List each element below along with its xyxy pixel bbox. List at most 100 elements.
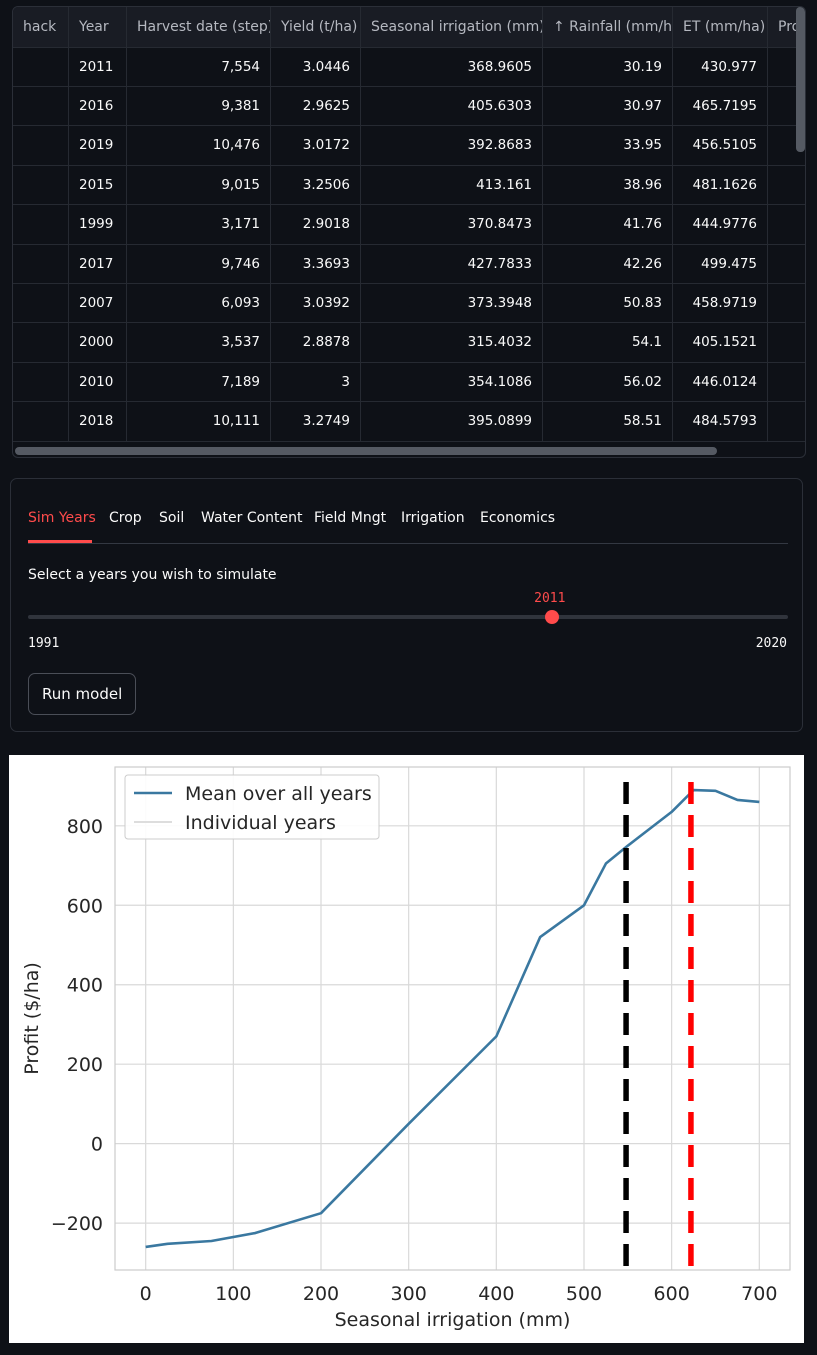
table-cell: 430.977: [673, 47, 768, 86]
table-cell: 38.96: [543, 165, 673, 205]
table-row[interactable]: 2015 9,015 3.2506 413.161 38.96 481.1626: [13, 165, 805, 206]
tab-economics[interactable]: Economics: [480, 510, 555, 526]
table-cell: 2.9625: [271, 86, 361, 126]
table-cell: 50.83: [543, 283, 673, 323]
table-cell: 9,381: [127, 86, 271, 126]
table-cell: [13, 362, 69, 402]
column-header[interactable]: ET (mm/ha): [673, 7, 768, 47]
horizontal-scrollbar[interactable]: [15, 447, 717, 455]
table-row[interactable]: 1999 3,171 2.9018 370.8473 41.76 444.9776: [13, 204, 805, 245]
column-header-sorted[interactable]: ↑ Rainfall (mm/ha): [543, 7, 673, 47]
x-tick-label: 100: [215, 1283, 251, 1305]
table-cell: 30.97: [543, 86, 673, 126]
x-tick-label: 400: [478, 1283, 514, 1305]
table-cell: 3.2749: [271, 401, 361, 441]
slider-label: Select a years you wish to simulate: [28, 567, 277, 583]
table-cell: 2016: [69, 86, 127, 126]
x-tick-label: 300: [391, 1283, 427, 1305]
profit-chart-svg: 0 100 200 300 400 500 600 700 −200 0 200 400 600 800 S…: [21, 766, 791, 1331]
table-cell: 465.7195: [673, 86, 768, 126]
table-cell: 7,554: [127, 47, 271, 86]
table-row[interactable]: 2018 10,111 3.2749 395.0899 58.51 484.5793: [13, 401, 805, 442]
table-cell: 33.95: [543, 125, 673, 165]
table-cell: 405.6303: [361, 86, 543, 126]
y-tick-label: 400: [67, 975, 103, 997]
table-cell: 3,171: [127, 204, 271, 244]
table-cell: 395.0899: [361, 401, 543, 441]
tab-soil[interactable]: Soil: [159, 510, 184, 526]
table-cell: 56.02: [543, 362, 673, 402]
y-tick-label: 800: [67, 816, 103, 838]
y-tick-label: 200: [67, 1054, 103, 1076]
tab-field-mngt[interactable]: Field Mngt: [314, 510, 386, 526]
table-row[interactable]: 2000 3,537 2.8878 315.4032 54.1 405.1521: [13, 322, 805, 363]
active-tab-indicator: [28, 540, 92, 543]
results-table[interactable]: hack Year Harvest date (step) Yield (t/h…: [12, 6, 806, 458]
column-header[interactable]: hack: [13, 7, 69, 47]
table-cell: 3: [271, 362, 361, 402]
table-cell: [768, 402, 805, 441]
table-cell: [768, 244, 805, 283]
tab-crop[interactable]: Crop: [109, 510, 142, 526]
table-cell: 444.9776: [673, 204, 768, 244]
tab-sim-years[interactable]: Sim Years: [28, 510, 96, 526]
year-slider-track[interactable]: [28, 615, 788, 619]
table-cell: [13, 322, 69, 362]
table-cell: 458.9719: [673, 283, 768, 323]
run-model-button[interactable]: Run model: [28, 673, 137, 715]
table-cell: 484.5793: [673, 401, 768, 441]
column-header[interactable]: Yield (t/ha): [271, 7, 361, 47]
table-cell: 427.7833: [361, 244, 543, 283]
y-tick-label: 0: [91, 1134, 103, 1156]
table-cell: 315.4032: [361, 322, 543, 362]
table-cell: [768, 205, 805, 244]
table-cell: [768, 362, 805, 401]
column-header[interactable]: Year: [69, 7, 127, 47]
table-cell: 413.161: [361, 165, 543, 205]
table-cell: 58.51: [543, 401, 673, 441]
table-cell: 2015: [69, 165, 127, 205]
legend-mean-label: Mean over all years: [185, 783, 372, 805]
table-cell: 446.0124: [673, 362, 768, 402]
table-cell: 2010: [69, 362, 127, 402]
column-header[interactable]: Harvest date (step): [127, 7, 271, 47]
table-row[interactable]: 2017 9,746 3.3693 427.7833 42.26 499.475: [13, 244, 805, 284]
table-cell: [768, 323, 805, 362]
table-cell: 456.5105: [673, 125, 768, 165]
table-row[interactable]: 2011 7,554 3.0446 368.9605 30.19 430.977: [13, 47, 805, 87]
table-cell: 2019: [69, 125, 127, 165]
table-row[interactable]: 2007 6,093 3.0392 373.3948 50.83 458.9719: [13, 283, 805, 324]
table-cell: [13, 47, 69, 86]
tab-irrigation[interactable]: Irrigation: [401, 510, 465, 526]
table-cell: 10,111: [127, 401, 271, 441]
year-slider-thumb[interactable]: [545, 610, 560, 624]
table-cell: 2000: [69, 322, 127, 362]
table-cell: 2.8878: [271, 322, 361, 362]
table-row[interactable]: 2016 9,381 2.9625 405.6303 30.97 465.7195: [13, 86, 805, 127]
tab-water-content[interactable]: Water Content: [201, 510, 303, 526]
table-cell: 54.1: [543, 322, 673, 362]
table-cell: 6,093: [127, 283, 271, 323]
table-row[interactable]: 2019 10,476 3.0172 392.8683 33.95 456.5105: [13, 125, 805, 166]
table-header: hack Year Harvest date (step) Yield (t/h…: [13, 7, 805, 48]
table-row[interactable]: 2010 7,189 3 354.1086 56.02 446.0124: [13, 362, 805, 403]
settings-panel: Sim Years Crop Soil Water Content Field …: [10, 478, 803, 732]
y-tick-label: −200: [51, 1213, 103, 1235]
table-cell: [13, 125, 69, 165]
table-cell: 10,476: [127, 125, 271, 165]
column-header[interactable]: Seasonal irrigation (mm): [361, 7, 543, 47]
table-cell: 499.475: [673, 244, 768, 283]
tab-bar: Sim Years Crop Soil Water Content Field …: [28, 507, 788, 544]
table-cell: 2011: [69, 47, 127, 86]
x-axis-label: Seasonal irrigation (mm): [335, 1309, 571, 1331]
table-cell: 42.26: [543, 244, 673, 283]
table-cell: [13, 244, 69, 283]
y-tick-label: 600: [67, 895, 103, 917]
vertical-scrollbar[interactable]: [796, 7, 805, 152]
y-axis-label: Profit ($/ha): [21, 962, 43, 1075]
slider-max-label: 2020: [755, 636, 787, 651]
table-cell: 405.1521: [673, 322, 768, 362]
x-tick-label: 700: [741, 1283, 777, 1305]
table-cell: [768, 283, 805, 322]
table-cell: 370.8473: [361, 204, 543, 244]
